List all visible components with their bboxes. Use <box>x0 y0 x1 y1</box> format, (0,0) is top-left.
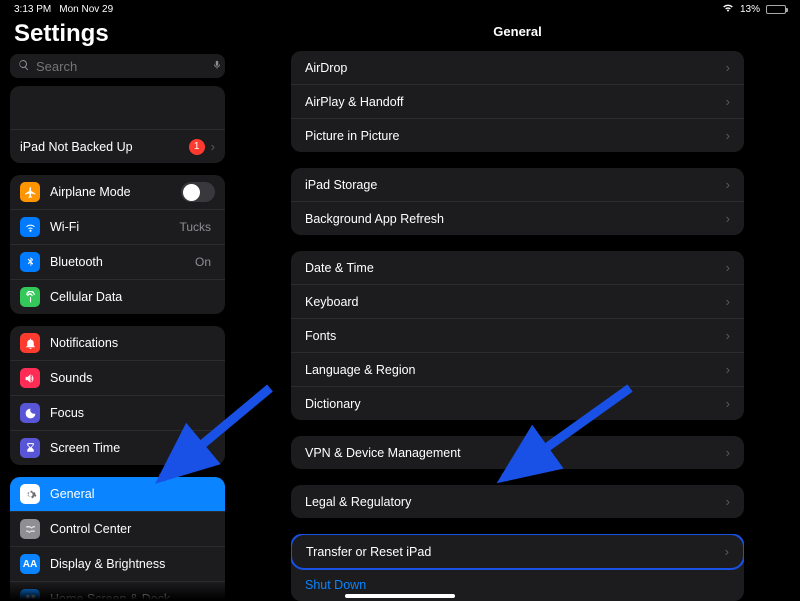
airplane-icon <box>20 182 40 202</box>
airplane-toggle[interactable] <box>181 182 215 202</box>
page-title: Settings <box>14 20 225 48</box>
bluetooth-icon <box>20 252 40 272</box>
search-field[interactable] <box>10 54 225 78</box>
battery-icon <box>766 5 786 14</box>
hourglass-icon <box>20 438 40 458</box>
cellular-row[interactable]: Cellular Data <box>10 280 225 314</box>
status-date: Mon Nov 29 <box>59 4 113 15</box>
bt-value: On <box>195 255 211 269</box>
display-row[interactable]: AA Display & Brightness <box>10 547 225 582</box>
bluetooth-row[interactable]: Bluetooth On <box>10 245 225 280</box>
bell-icon <box>20 333 40 353</box>
gear-icon <box>20 484 40 504</box>
grid-icon <box>20 589 40 600</box>
fonts-row[interactable]: Fonts› <box>291 319 744 353</box>
chevron-icon: › <box>726 294 730 309</box>
chevron-icon: › <box>726 362 730 377</box>
status-time: 3:13 PM <box>14 4 51 15</box>
wifi-settings-icon <box>20 217 40 237</box>
detail-title: General <box>235 18 800 51</box>
annotation-arrow-left <box>150 380 280 495</box>
moon-icon <box>20 403 40 423</box>
wifi-row[interactable]: Wi-Fi Tucks <box>10 210 225 245</box>
badge-count: 1 <box>189 139 205 155</box>
annotation-arrow-right <box>490 380 640 495</box>
airplane-mode-row[interactable]: Airplane Mode <box>10 175 225 210</box>
chevron-icon: › <box>726 494 730 509</box>
toggles-icon <box>20 519 40 539</box>
backup-warning-row[interactable]: iPad Not Backed Up 1 › <box>10 130 225 163</box>
chevron-icon: › <box>211 139 215 154</box>
airplay-row[interactable]: AirPlay & Handoff› <box>291 85 744 119</box>
search-icon <box>18 59 30 74</box>
homescreen-row[interactable]: Home Screen & Dock <box>10 582 225 600</box>
keyboard-row[interactable]: Keyboard› <box>291 285 744 319</box>
cellular-icon <box>20 287 40 307</box>
control-center-row[interactable]: Control Center <box>10 512 225 547</box>
backup-label: iPad Not Backed Up <box>20 140 189 154</box>
chevron-icon: › <box>726 211 730 226</box>
apple-id-row[interactable] <box>10 86 225 130</box>
wifi-icon <box>722 3 734 15</box>
detail-pane: General AirDrop› AirPlay & Handoff› Pict… <box>235 16 800 600</box>
text-size-icon: AA <box>20 554 40 574</box>
chevron-icon: › <box>726 177 730 192</box>
date-time-row[interactable]: Date & Time› <box>291 251 744 285</box>
chevron-icon: › <box>726 396 730 411</box>
home-indicator[interactable] <box>345 594 455 598</box>
battery-pct: 13% <box>740 4 760 15</box>
storage-row[interactable]: iPad Storage› <box>291 168 744 202</box>
chevron-icon: › <box>726 328 730 343</box>
chevron-icon: › <box>726 94 730 109</box>
chevron-icon: › <box>726 128 730 143</box>
refresh-row[interactable]: Background App Refresh› <box>291 202 744 235</box>
chevron-icon: › <box>726 445 730 460</box>
search-input[interactable] <box>36 59 212 74</box>
settings-sidebar: Settings iPad Not Backed Up 1 › Airplane… <box>0 16 235 600</box>
mic-icon[interactable] <box>212 58 222 74</box>
chevron-icon: › <box>726 60 730 75</box>
notifications-row[interactable]: Notifications <box>10 326 225 361</box>
pip-row[interactable]: Picture in Picture› <box>291 119 744 152</box>
profile-section[interactable]: iPad Not Backed Up 1 › <box>10 86 225 163</box>
chevron-icon: › <box>726 260 730 275</box>
transfer-reset-row[interactable]: Transfer or Reset iPad› <box>291 534 744 570</box>
wifi-value: Tucks <box>179 220 211 234</box>
chevron-icon: › <box>725 544 729 559</box>
airdrop-row[interactable]: AirDrop› <box>291 51 744 85</box>
speaker-icon <box>20 368 40 388</box>
